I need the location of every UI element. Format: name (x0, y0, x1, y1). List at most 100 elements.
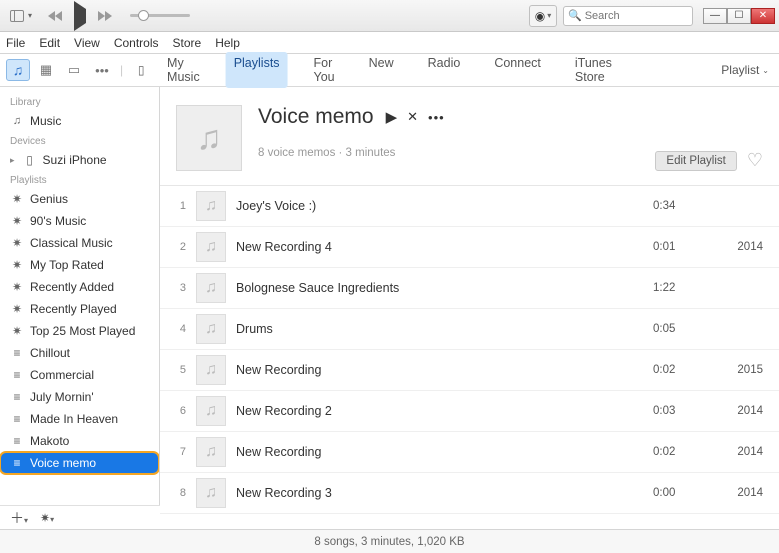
track-artwork: ♫ (196, 191, 226, 221)
more-options-button[interactable]: ••• (428, 110, 445, 125)
playlist-icon (10, 346, 24, 360)
playlist-title: Voice memo (258, 105, 374, 129)
sidebar-item-label: My Top Rated (30, 258, 104, 272)
track-duration: 0:02 (653, 364, 713, 376)
track-name: New Recording 3 (236, 486, 643, 500)
track-duration: 0:01 (653, 241, 713, 253)
track-row[interactable]: 2♫New Recording 40:012014 (160, 227, 779, 268)
phone-icon: ▯ (23, 153, 37, 167)
disclosure-icon[interactable]: ▸ (10, 155, 15, 166)
sidebar-item-playlist[interactable]: Commercial (0, 364, 159, 386)
account-button[interactable]: ◉▾ (529, 5, 557, 27)
track-row[interactable]: 8♫New Recording 30:002014 (160, 473, 779, 514)
playlist-header: ♫ Voice memo ▶ ✕ ••• 8 voice memos · 3 m… (160, 87, 779, 186)
sidebar-item-device[interactable]: ▸▯Suzi iPhone (0, 149, 159, 171)
maximize-button[interactable]: ☐ (727, 8, 751, 24)
menu-file[interactable]: File (6, 36, 25, 50)
track-year: 2014 (723, 241, 763, 253)
tab-playlists[interactable]: Playlists (226, 52, 288, 88)
menu-edit[interactable]: Edit (39, 36, 60, 50)
close-button[interactable]: ✕ (751, 8, 775, 24)
sidebar-item-playlist[interactable]: Made In Heaven (0, 408, 159, 430)
track-year: 2014 (723, 446, 763, 458)
search-input[interactable]: 🔍 (563, 6, 693, 26)
love-button[interactable]: ♡ (747, 150, 763, 171)
sidebar-item-label: Makoto (30, 434, 69, 448)
movies-view-icon[interactable]: ▦ (34, 59, 58, 81)
sidebar-item-playlist[interactable]: Voice memo (0, 452, 159, 474)
track-row[interactable]: 7♫New Recording0:022014 (160, 432, 779, 473)
track-duration: 0:05 (653, 323, 713, 335)
smart-playlist-icon (10, 324, 24, 338)
sidebar-item-label: Genius (30, 192, 68, 206)
tab-radio[interactable]: Radio (420, 52, 469, 88)
next-button[interactable] (98, 11, 112, 21)
music-icon (10, 115, 24, 127)
playlist-icon (10, 434, 24, 448)
sidebar-item-playlist[interactable]: Classical Music (0, 232, 159, 254)
more-view-icon[interactable]: ••• (90, 59, 114, 81)
play-button[interactable] (74, 9, 86, 23)
track-row[interactable]: 5♫New Recording0:022015 (160, 350, 779, 391)
nav-tabs: My Music Playlists For You New Radio Con… (159, 52, 620, 88)
previous-button[interactable] (48, 11, 62, 21)
view-mode-button[interactable]: Playlist⌄ (721, 63, 779, 77)
sidebar-item-label: Made In Heaven (30, 412, 118, 426)
track-row[interactable]: 4♫Drums0:05 (160, 309, 779, 350)
playlist-icon (10, 390, 24, 404)
sidebar-item-label: 90's Music (30, 214, 86, 228)
track-artwork: ♫ (196, 273, 226, 303)
track-number: 6 (166, 405, 186, 417)
add-button[interactable]: ＋▾ (10, 508, 28, 528)
sidebar-item-playlist[interactable]: Makoto (0, 430, 159, 452)
menu-help[interactable]: Help (215, 36, 240, 50)
tab-itunes-store[interactable]: iTunes Store (567, 52, 620, 88)
sidebar-item-playlist[interactable]: July Mornin' (0, 386, 159, 408)
sidebar-item-label: Commercial (30, 368, 94, 382)
menu-controls[interactable]: Controls (114, 36, 159, 50)
track-artwork: ♫ (196, 478, 226, 508)
track-name: New Recording (236, 363, 643, 377)
track-duration: 0:02 (653, 446, 713, 458)
shuffle-button[interactable]: ✕ (407, 109, 418, 125)
chevron-down-icon[interactable]: ▾ (28, 11, 32, 20)
track-duration: 0:34 (653, 200, 713, 212)
tab-new[interactable]: New (361, 52, 402, 88)
track-number: 7 (166, 446, 186, 458)
playlist-subtitle: 8 voice memos · 3 minutes (258, 147, 639, 159)
music-view-icon[interactable]: ♫ (6, 59, 30, 81)
device-icon[interactable]: ▯ (129, 59, 153, 81)
edit-playlist-button[interactable]: Edit Playlist (655, 151, 736, 171)
track-artwork: ♫ (196, 396, 226, 426)
track-number: 3 (166, 282, 186, 294)
search-icon: 🔍 (568, 9, 582, 22)
playlist-icon (10, 412, 24, 426)
sidebar-item-playlist[interactable]: Top 25 Most Played (0, 320, 159, 342)
track-row[interactable]: 1♫Joey's Voice :)0:34 (160, 186, 779, 227)
smart-playlist-icon (10, 236, 24, 250)
settings-button[interactable]: ✷▾ (40, 511, 54, 525)
tv-view-icon[interactable]: ▭ (62, 59, 86, 81)
tab-connect[interactable]: Connect (486, 52, 549, 88)
tab-my-music[interactable]: My Music (159, 52, 208, 88)
track-row[interactable]: 3♫Bolognese Sauce Ingredients1:22 (160, 268, 779, 309)
sidebar-item-playlist[interactable]: Recently Played (0, 298, 159, 320)
sidebar-item-playlist[interactable]: Chillout (0, 342, 159, 364)
sidebar-item-music[interactable]: Music (0, 110, 159, 132)
play-playlist-button[interactable]: ▶ (386, 108, 398, 126)
sidebar-item-playlist[interactable]: Recently Added (0, 276, 159, 298)
playlist-icon (10, 456, 24, 470)
tab-for-you[interactable]: For You (306, 52, 343, 88)
sidebar-item-playlist[interactable]: Genius (0, 188, 159, 210)
menu-store[interactable]: Store (173, 36, 202, 50)
sidebar-toggle-button[interactable] (8, 7, 26, 25)
track-number: 1 (166, 200, 186, 212)
sidebar-item-playlist[interactable]: 90's Music (0, 210, 159, 232)
sidebar: Library Music Devices ▸▯Suzi iPhone Play… (0, 87, 160, 529)
sidebar-item-playlist[interactable]: My Top Rated (0, 254, 159, 276)
menu-view[interactable]: View (74, 36, 100, 50)
track-row[interactable]: 6♫New Recording 20:032014 (160, 391, 779, 432)
volume-slider[interactable] (130, 14, 190, 17)
minimize-button[interactable]: — (703, 8, 727, 24)
sidebar-item-label: Classical Music (30, 236, 113, 250)
